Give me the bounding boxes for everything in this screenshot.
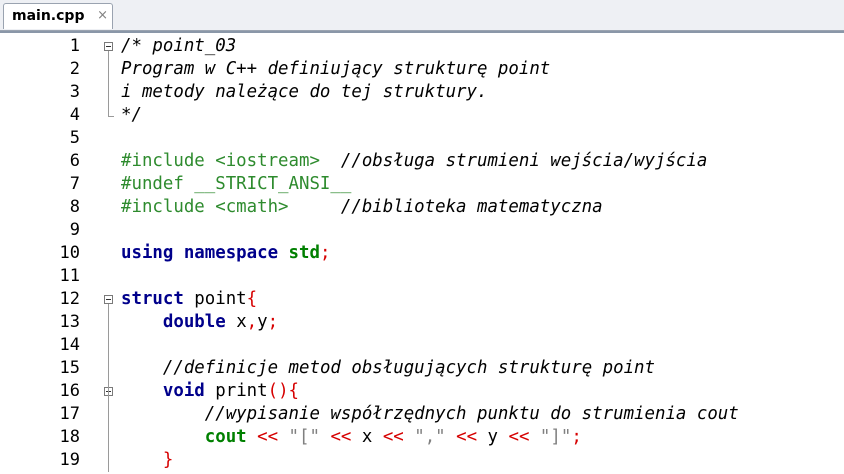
code-token: y	[257, 312, 268, 332]
line-number: 19	[59, 450, 80, 470]
tab-bar: main.cpp ×	[0, 0, 844, 31]
code-line: using namespace std;	[121, 242, 330, 265]
code-token: <<	[445, 427, 488, 447]
code-line: void print(){	[121, 380, 299, 403]
code-line: //wypisanie współrzędnych punktu do stru…	[121, 403, 739, 426]
code-token: x	[225, 312, 247, 332]
code-line: Program w C++ definiujący strukturę poin…	[121, 58, 550, 81]
line-number: 10	[59, 243, 80, 263]
code-line: i metody należące do tej struktury.	[121, 81, 487, 104]
code-token: void	[162, 381, 205, 401]
code-line: #undef __STRICT_ANSI__	[121, 173, 351, 196]
code-token: #include <cmath>	[121, 197, 341, 217]
code-token: ,	[246, 312, 258, 332]
fold-toggle-icon[interactable]	[104, 295, 113, 304]
line-number: 15	[59, 358, 80, 378]
line-number: 17	[59, 404, 80, 424]
fold-guide	[108, 304, 109, 472]
code-token: print	[204, 381, 268, 401]
line-number: 14	[59, 335, 80, 355]
code-token: ","	[414, 427, 446, 447]
code-token: <<	[319, 427, 362, 447]
fold-guide	[108, 51, 109, 116]
line-number: 8	[69, 197, 80, 217]
line-number: 2	[69, 59, 80, 79]
code-line: struct point{	[121, 288, 257, 311]
code-token: /* point_03	[121, 36, 237, 56]
code-token: #undef __STRICT_ANSI__	[121, 174, 352, 194]
code-token: {	[246, 289, 258, 309]
line-number: 9	[69, 220, 80, 240]
line-number: 13	[59, 312, 80, 332]
code-line: }	[121, 449, 173, 472]
code-token: i metody należące do tej struktury.	[121, 82, 488, 102]
line-number: 6	[69, 151, 80, 171]
code-token: x	[361, 427, 373, 447]
code-token: y	[487, 427, 499, 447]
line-number: 18	[59, 427, 80, 447]
code-token: //obsługa strumieni wejścia/wyjścia	[340, 151, 708, 171]
code-token: Program w C++ definiujący strukturę poin…	[121, 59, 551, 79]
line-number: 16	[59, 381, 80, 401]
line-number: 4	[69, 105, 80, 125]
code-token: (){	[267, 381, 300, 401]
code-token: struct	[121, 289, 184, 309]
fold-toggle-icon[interactable]	[104, 42, 113, 51]
code-line: #include <cmath> //biblioteka matematycz…	[121, 196, 603, 219]
line-number: 1	[69, 36, 80, 56]
line-number: 11	[59, 266, 80, 286]
fold-end-marker	[108, 116, 114, 117]
code-token: "["	[288, 427, 320, 447]
code-token: using namespace	[121, 243, 289, 263]
tab-main-cpp[interactable]: main.cpp ×	[3, 3, 113, 29]
code-token: point	[183, 289, 247, 309]
code-token: }	[162, 450, 174, 470]
code-token: cout	[204, 427, 247, 447]
code-token: std	[288, 243, 320, 263]
fold-margin	[100, 33, 116, 474]
code-token: ;	[319, 243, 331, 263]
line-number: 5	[69, 128, 80, 148]
code-token: #include <iostream>	[121, 151, 341, 171]
code-line: #include <iostream> //obsługa strumieni …	[121, 150, 707, 173]
close-icon[interactable]: ×	[97, 8, 108, 23]
code-token: //biblioteka matematyczna	[340, 197, 603, 217]
line-number: 12	[59, 289, 80, 309]
code-token: ;	[267, 312, 279, 332]
line-number: 3	[69, 82, 80, 102]
code-token: */	[121, 105, 142, 125]
code-line: /* point_03	[121, 35, 236, 58]
line-number: 7	[69, 174, 80, 194]
code-editor[interactable]: 1 2 3 4 5 6 7 8 9 10 11 12 13 14 15 16 17 18 19 /* point_0…	[0, 31, 844, 474]
tab-label: main.cpp	[12, 8, 85, 24]
code-line: //definicje metod obsługujących struktur…	[121, 357, 655, 380]
code-token: //wypisanie współrzędnych punktu do stru…	[204, 404, 739, 424]
code-token: <<	[372, 427, 415, 447]
code-token: double	[162, 312, 226, 332]
code-token: "]"	[539, 427, 572, 447]
line-number-gutter: 1 2 3 4 5 6 7 8 9 10 11 12 13 14 15 16 17 18 19	[0, 33, 100, 474]
code-token: //definicje metod obsługujących struktur…	[162, 358, 655, 378]
code-token: <<	[498, 427, 540, 447]
code-line: */	[121, 104, 142, 127]
code-line: cout << "[" << x << "," << y << "]";	[121, 426, 582, 449]
code-token: ;	[571, 427, 582, 447]
code-token: <<	[246, 427, 289, 447]
code-line: double x,y;	[121, 311, 278, 334]
